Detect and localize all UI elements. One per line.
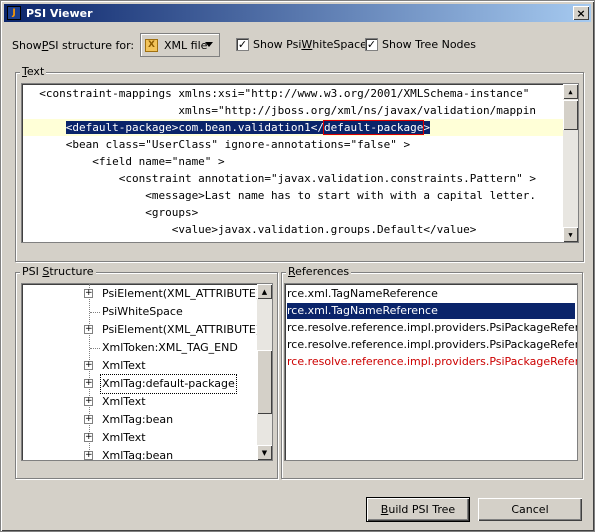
label-mnemonic: P [41, 38, 49, 52]
build-psi-tree-button[interactable]: Build PSI Tree [366, 497, 470, 522]
expand-icon[interactable]: + [84, 415, 93, 424]
label-part: SI structure for: [48, 38, 135, 52]
tree-node-label: XmlTag:bean [102, 413, 174, 426]
code-line: <message>Last name has to start with wit… [26, 189, 536, 202]
editor-vertical-scrollbar[interactable]: ▲ ▼ [563, 84, 578, 242]
chevron-down-icon[interactable] [205, 42, 213, 47]
selected-text-end: > [423, 121, 430, 134]
reference-item[interactable]: rce.xml.TagNameReference [287, 286, 575, 302]
xml-text-editor[interactable]: <constraint-mappings xmlns:xsi="http://w… [21, 83, 579, 243]
scroll-down-icon[interactable]: ▼ [257, 445, 272, 460]
checkbox-label-mnemonic: W [301, 38, 313, 51]
reference-item[interactable]: rce.resolve.reference.impl.providers.Psi… [287, 320, 577, 336]
close-button[interactable]: × [573, 6, 589, 20]
scroll-down-icon[interactable]: ▼ [563, 227, 578, 242]
expand-icon[interactable]: + [84, 361, 93, 370]
expand-icon[interactable]: + [84, 433, 93, 442]
code-line: <constraint annotation="javax.validation… [26, 172, 536, 185]
reference-item-selected[interactable]: rce.xml.TagNameReference [287, 303, 575, 319]
tree-node-label: XmlToken:XML_TAG_END [102, 341, 238, 354]
filetype-combo[interactable]: X XML file [140, 33, 220, 57]
close-icon: × [576, 6, 586, 20]
expand-icon[interactable]: + [84, 379, 93, 388]
tree-node-label: XmlText [102, 359, 146, 372]
tree-node-label: XmlText [102, 395, 146, 408]
window-title: PSI Viewer [26, 6, 93, 20]
psi-structure-title: PSI Structure [20, 265, 96, 278]
reference-item[interactable]: rce.resolve.reference.impl.providers.Psi… [287, 337, 577, 353]
code-line: <constraint-mappings xmlns:xsi="http://w… [26, 87, 530, 100]
tree-connector [90, 312, 100, 313]
selected-text: <default-package>com.bean.validation1</ [65, 121, 325, 134]
tree-node-label: XmlTag:bean [102, 449, 174, 461]
cancel-button[interactable]: Cancel [478, 498, 582, 521]
title-bar[interactable]: J PSI Viewer × [4, 4, 591, 22]
tree-node-label: XmlText [102, 431, 146, 444]
show-whitespace-checkbox[interactable]: ✓ Show Psi WhiteSpace [236, 38, 367, 51]
button-label: uild PSI Tree [388, 503, 456, 516]
code-line: <bean class="UserClass" ignore-annotatio… [26, 138, 411, 151]
intellij-app-icon: J [7, 6, 21, 20]
tree-node-label: PsiWhiteSpace [102, 305, 183, 318]
text-group-title: Text [20, 65, 47, 78]
scroll-thumb[interactable] [563, 100, 578, 130]
tree-node-label: PsiElement(XML_ATTRIBUTE) [102, 287, 261, 300]
checkbox-label: Show Psi [253, 38, 302, 51]
tree-node-label: PsiElement(XML_ATTRIBUTE) [102, 323, 261, 336]
code-line: <groups> [26, 206, 199, 219]
xml-file-icon: X [145, 38, 158, 52]
structure-type-label: Show P SI structure for: [12, 33, 134, 57]
filetype-value: XML file [164, 38, 208, 52]
checkbox-label: hiteSpace [312, 38, 367, 51]
tree-node-label-focused: XmlTag:default-package [100, 374, 237, 394]
tree-vertical-scrollbar[interactable]: ▲ ▼ [257, 284, 272, 460]
checkbox-box[interactable]: ✓ [236, 38, 249, 51]
references-title: References [286, 265, 352, 278]
psi-viewer-dialog: J PSI Viewer × Show P SI structure for: X… [0, 0, 595, 532]
references-list[interactable]: rce.xml.TagNameReference rce.xml.TagName… [284, 283, 578, 461]
psi-tree[interactable]: + PsiElement(XML_ATTRIBUTE) PsiWhiteSpac… [21, 283, 273, 461]
scroll-up-icon[interactable]: ▲ [257, 284, 272, 299]
expand-icon[interactable]: + [84, 451, 93, 460]
scroll-thumb[interactable] [257, 350, 272, 414]
checkbox-box[interactable]: ✓ [365, 38, 378, 51]
scroll-up-icon[interactable]: ▲ [563, 84, 578, 99]
code-line: xmlns="http://jboss.org/xml/ns/javax/val… [26, 104, 536, 117]
label-part: Show [12, 38, 42, 52]
expand-icon[interactable]: + [84, 397, 93, 406]
code-line: <field name="name" > [26, 155, 225, 168]
matched-tag-highlight: default-package [323, 120, 425, 135]
show-tree-nodes-checkbox[interactable]: ✓ Show Tree Nodes [365, 38, 476, 51]
button-mnemonic: B [380, 503, 389, 516]
reference-item-unresolved[interactable]: rce.resolve.reference.impl.providers.Psi… [287, 354, 577, 370]
checkbox-label: Show Tree Nodes [382, 38, 477, 51]
button-label: Cancel [511, 503, 549, 516]
tree-connector [90, 348, 100, 349]
code-line-current: <default-package>com.bean.validation1</d… [23, 119, 565, 136]
expand-icon[interactable]: + [84, 325, 93, 334]
code-line: . [26, 235, 179, 242]
expand-icon[interactable]: + [84, 289, 93, 298]
